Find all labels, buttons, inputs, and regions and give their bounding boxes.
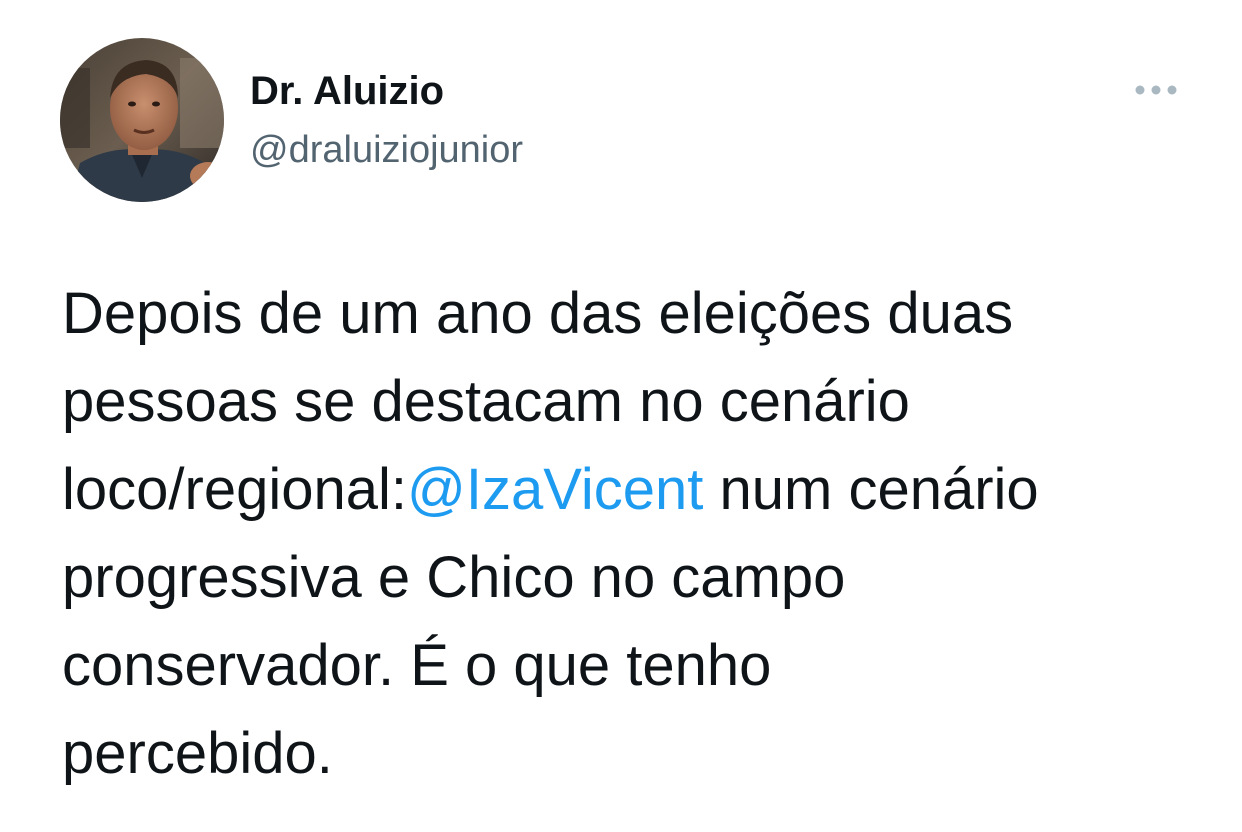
tweet-text-segment: loco/regional:	[62, 457, 407, 522]
tweet-text-line: pessoas se destacam no cenário	[62, 369, 910, 434]
tweet-text-line: loco/regional:@IzaVicent num cenário	[62, 446, 1222, 534]
tweet-text-line: conservador. É o que tenho	[62, 633, 772, 698]
avatar[interactable]	[60, 38, 224, 202]
more-options-button[interactable]	[1126, 70, 1186, 110]
display-name[interactable]: Dr. Aluizio	[250, 66, 444, 116]
more-horizontal-icon	[1135, 85, 1177, 95]
mention-link[interactable]: @IzaVicent	[407, 457, 703, 522]
tweet-text-line: percebido.	[62, 721, 333, 786]
tweet-text-line: Depois de um ano das eleições duas	[62, 281, 1014, 346]
tweet-card: Dr. Aluizio @draluiziojunior Depois de u…	[0, 0, 1242, 832]
tweet-text: Depois de um ano das eleições duas pesso…	[62, 270, 1222, 798]
avatar-photo-icon	[60, 38, 224, 202]
user-handle[interactable]: @draluiziojunior	[250, 126, 523, 174]
tweet-text-segment: num cenário	[703, 457, 1039, 522]
tweet-text-line: progressiva e Chico no campo	[62, 545, 846, 610]
